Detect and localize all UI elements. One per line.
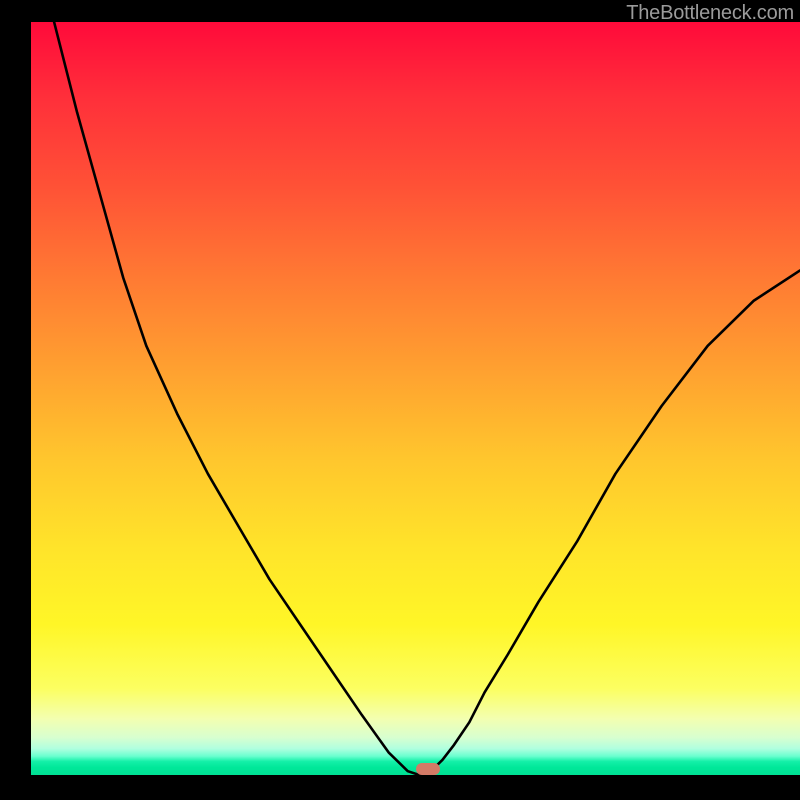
watermark-text: TheBottleneck.com <box>626 2 794 25</box>
bottleneck-curve <box>31 22 800 775</box>
chart-frame: TheBottleneck.com <box>0 0 800 800</box>
minimum-marker <box>416 763 440 775</box>
plot-area <box>31 22 800 775</box>
curve-svg <box>31 22 800 775</box>
